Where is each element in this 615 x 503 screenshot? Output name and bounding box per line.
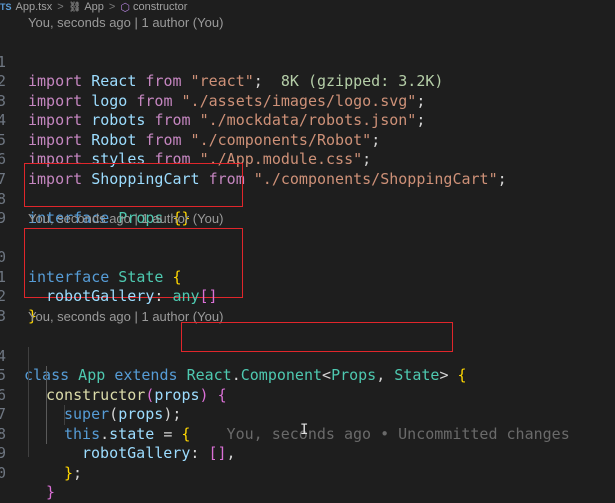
code-line-9[interactable]: 9 xyxy=(0,189,615,227)
typescript-file-icon: TS xyxy=(0,2,12,12)
breadcrumb-chevron-icon: > xyxy=(108,1,116,13)
code-line-8[interactable]: 8 interface Props {} xyxy=(0,170,615,228)
code-line-13[interactable]: 3 xyxy=(0,287,615,325)
code-line-20[interactable]: 0 } xyxy=(0,444,615,502)
code-line-17[interactable]: 7 this.state = { You, seconds ago • Unco… xyxy=(0,386,615,443)
cube-icon: ⬡ xyxy=(120,1,130,14)
code-line-14[interactable]: 4 class App extends React.Component<Prop… xyxy=(0,327,615,385)
code-line-15[interactable]: 5 constructor(props) { xyxy=(0,347,615,404)
brace: } xyxy=(64,463,74,482)
code-line-10[interactable]: 0 interface State { xyxy=(0,229,615,286)
line-number: 0 xyxy=(0,463,7,482)
class-icon: ⛓ xyxy=(68,1,82,13)
codelens-author[interactable]: You, seconds ago | 1 author (You) xyxy=(28,211,223,227)
code-line-1[interactable]: 1 import React from "react"; 8K (gzipped… xyxy=(0,33,615,91)
code-line-4[interactable]: 4 import Robot from "./components/Robot"… xyxy=(0,92,615,149)
breadcrumb-file[interactable]: App.tsx xyxy=(16,1,53,13)
breadcrumb-chevron-icon: > xyxy=(57,1,64,13)
brace: } xyxy=(46,483,56,501)
code-line-5[interactable]: 5 import styles from "./App.module.css"; xyxy=(0,111,615,169)
code-line-11[interactable]: 1 robotGallery: any[] xyxy=(0,248,615,306)
codelens-author[interactable]: You, seconds ago | 1 author (You) xyxy=(28,15,223,31)
code-line-6[interactable]: 6 import ShoppingCart from "./components… xyxy=(0,131,615,188)
breadcrumb-member[interactable]: constructor xyxy=(133,1,187,13)
code-line-3[interactable]: 3 import robots from "./mockdata/robots.… xyxy=(0,72,615,130)
line-number: 9 xyxy=(0,208,7,227)
code-line-2[interactable]: 2 import logo from "./assets/images/logo… xyxy=(0,53,615,110)
text-cursor-icon: I xyxy=(300,422,309,438)
line-number: 3 xyxy=(0,306,7,325)
code-line-12[interactable]: 2 } xyxy=(0,268,615,325)
code-line-16[interactable]: 6 super(props); xyxy=(0,366,615,424)
breadcrumb-class[interactable]: App xyxy=(84,1,104,13)
breadcrumb: TS App.tsx > ⛓ App > ⬡ constructor xyxy=(0,0,615,14)
